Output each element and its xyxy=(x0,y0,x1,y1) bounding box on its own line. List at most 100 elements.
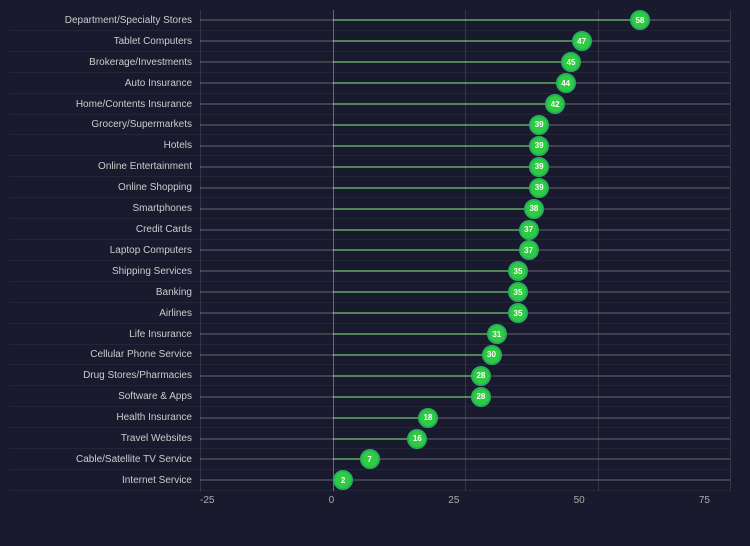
bar-area: 45 xyxy=(200,52,730,73)
chart-row: Auto Insurance 44 xyxy=(10,73,730,94)
row-label: Grocery/Supermarkets xyxy=(10,119,200,130)
value-dot: 39 xyxy=(529,136,549,156)
value-dot: 30 xyxy=(482,345,502,365)
value-dot: 37 xyxy=(519,220,539,240)
row-label: Home/Contents Insurance xyxy=(10,99,200,110)
chart-row: Shipping Services 35 xyxy=(10,261,730,282)
value-dot: 38 xyxy=(524,199,544,219)
row-label: Drug Stores/Pharmacies xyxy=(10,370,200,381)
chart-row: Laptop Computers 37 xyxy=(10,240,730,261)
chart-row: Drug Stores/Pharmacies 28 xyxy=(10,365,730,386)
value-dot: 35 xyxy=(508,303,528,323)
row-label: Online Entertainment xyxy=(10,161,200,172)
value-dot: 28 xyxy=(471,366,491,386)
row-label: Online Shopping xyxy=(10,182,200,193)
value-dot: 18 xyxy=(418,408,438,428)
x-axis-label: 75 xyxy=(699,495,710,506)
chart-inner: Department/Specialty Stores58Tablet Comp… xyxy=(10,10,730,506)
row-label: Airlines xyxy=(10,308,200,319)
value-dot: 35 xyxy=(508,261,528,281)
x-axis-label: 25 xyxy=(448,495,459,506)
chart-row: Online Entertainment 39 xyxy=(10,156,730,177)
bar-area: 39 xyxy=(200,135,730,156)
row-label: Internet Service xyxy=(10,475,200,486)
bar-area: 16 xyxy=(200,428,730,449)
value-dot: 39 xyxy=(529,157,549,177)
bar-area: 35 xyxy=(200,282,730,303)
bar-area: 39 xyxy=(200,115,730,136)
chart-row: Tablet Computers 47 xyxy=(10,31,730,52)
value-dot: 28 xyxy=(471,387,491,407)
bar-area: 28 xyxy=(200,386,730,407)
chart-row: Online Shopping 39 xyxy=(10,177,730,198)
chart-row: Smartphones 38 xyxy=(10,198,730,219)
bar-area: 30 xyxy=(200,345,730,366)
chart-row: Health Insurance 18 xyxy=(10,407,730,428)
chart-row: Airlines 35 xyxy=(10,303,730,324)
chart-container: Department/Specialty Stores58Tablet Comp… xyxy=(0,0,750,546)
row-label: Auto Insurance xyxy=(10,78,200,89)
x-axis-label: 50 xyxy=(574,495,585,506)
value-dot: 16 xyxy=(407,429,427,449)
value-dot: 2 xyxy=(333,470,353,490)
chart-row: Credit Cards 37 xyxy=(10,219,730,240)
bar-area: 47 xyxy=(200,31,730,52)
value-dot: 39 xyxy=(529,178,549,198)
value-dot: 37 xyxy=(519,240,539,260)
bar-area: 35 xyxy=(200,303,730,324)
row-label: Cellular Phone Service xyxy=(10,349,200,360)
row-label: Laptop Computers xyxy=(10,245,200,256)
value-dot: 58 xyxy=(630,10,650,30)
bar-area: 38 xyxy=(200,198,730,219)
row-label: Brokerage/Investments xyxy=(10,57,200,68)
value-dot: 31 xyxy=(487,324,507,344)
row-label: Travel Websites xyxy=(10,433,200,444)
chart-row: Grocery/Supermarkets 39 xyxy=(10,115,730,136)
row-label: Software & Apps xyxy=(10,391,200,402)
chart-row: Cellular Phone Service 30 xyxy=(10,345,730,366)
bar-area: 7 xyxy=(200,449,730,470)
value-dot: 39 xyxy=(529,115,549,135)
x-axis-label: -25 xyxy=(200,495,214,506)
bar-area: 58 xyxy=(200,10,730,31)
row-label: Hotels xyxy=(10,140,200,151)
row-label: Smartphones xyxy=(10,203,200,214)
value-dot: 7 xyxy=(360,449,380,469)
bar-area: 28 xyxy=(200,365,730,386)
bar-area: 37 xyxy=(200,219,730,240)
row-label: Banking xyxy=(10,287,200,298)
x-axis-label: 0 xyxy=(329,495,335,506)
chart-row: Cable/Satellite TV Service 7 xyxy=(10,449,730,470)
bar-area: 18 xyxy=(200,407,730,428)
row-label: Cable/Satellite TV Service xyxy=(10,454,200,465)
row-label: Tablet Computers xyxy=(10,36,200,47)
chart-row: Travel Websites 16 xyxy=(10,428,730,449)
value-dot: 35 xyxy=(508,282,528,302)
bar-area: 42 xyxy=(200,94,730,115)
row-label: Credit Cards xyxy=(10,224,200,235)
row-label: Shipping Services xyxy=(10,266,200,277)
value-dot: 45 xyxy=(561,52,581,72)
bar-area: 35 xyxy=(200,261,730,282)
chart-row: Software & Apps 28 xyxy=(10,386,730,407)
bar-area: 39 xyxy=(200,156,730,177)
chart-row: Banking 35 xyxy=(10,282,730,303)
x-axis: -25 0 25 50 75 xyxy=(10,491,730,506)
value-dot: 47 xyxy=(572,31,592,51)
chart-row: Department/Specialty Stores 58 xyxy=(10,10,730,31)
row-label: Department/Specialty Stores xyxy=(10,15,200,26)
bar-area: 2 xyxy=(200,470,730,491)
bar-area: 44 xyxy=(200,73,730,94)
bar-area: 39 xyxy=(200,177,730,198)
chart-row: Hotels 39 xyxy=(10,135,730,156)
chart-row: Brokerage/Investments 45 xyxy=(10,52,730,73)
bar-area: 37 xyxy=(200,240,730,261)
row-label: Life Insurance xyxy=(10,329,200,340)
row-label: Health Insurance xyxy=(10,412,200,423)
chart-row: Internet Service 2 xyxy=(10,470,730,491)
value-dot: 44 xyxy=(556,73,576,93)
chart-row: Home/Contents Insurance 42 xyxy=(10,94,730,115)
value-dot: 42 xyxy=(545,94,565,114)
chart-row: Life Insurance 31 xyxy=(10,324,730,345)
bar-area: 31 xyxy=(200,324,730,345)
